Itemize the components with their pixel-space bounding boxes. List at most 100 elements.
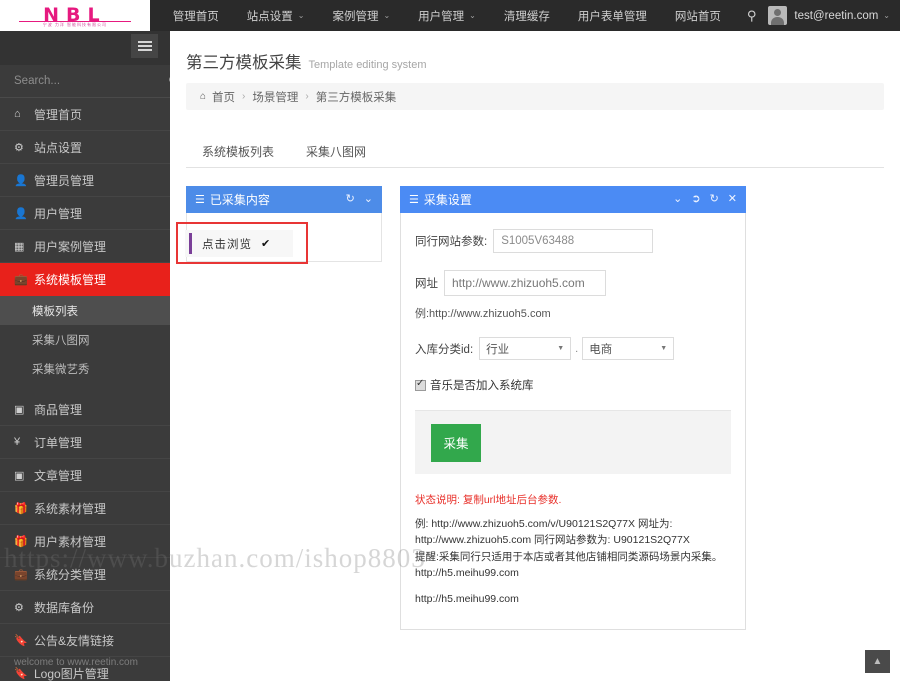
topnav-item-0[interactable]: 管理首页: [159, 0, 233, 31]
chevron-down-icon: ⌄: [298, 11, 305, 20]
collected-panel-actions: ↻ ⌄: [346, 194, 373, 205]
chevron-down-icon[interactable]: ⌄: [673, 194, 682, 205]
user-menu[interactable]: test@reetin.com ⌄: [768, 0, 900, 31]
logo-subtext: 宁波 力洋 智能科技有限公司: [43, 22, 107, 28]
sidebar-toggle-area: [0, 31, 170, 65]
page-header: 第三方模板采集 Template editing system: [170, 31, 900, 83]
breadcrumb: ⌂ 首页 › 场景管理 › 第三方模板采集: [186, 83, 884, 110]
collected-content-panel: ☰ 已采集内容 ↻ ⌄ 点击浏览 ✔: [186, 186, 382, 630]
gift-icon: 🎁: [14, 535, 34, 548]
category-row: 入库分类id: 行业 ▼ . 电商 ▼: [415, 337, 731, 360]
check-icon: ✔: [261, 237, 270, 250]
chevron-down-icon[interactable]: ⌄: [364, 194, 373, 205]
bookmark-icon: 🔖: [14, 667, 34, 680]
sidebar-item-2[interactable]: 👤管理员管理: [0, 164, 170, 197]
category-label: 入库分类id:: [415, 341, 473, 357]
sidebar-label-6: 商品管理: [34, 401, 82, 418]
topnav-item-6[interactable]: 网站首页: [661, 0, 735, 31]
search-icon[interactable]: ⚲: [735, 0, 769, 31]
chevron-down-icon: ⌄: [883, 11, 890, 20]
sidebar-subitem-2[interactable]: 采集微艺秀: [0, 354, 170, 383]
collected-panel-body: 点击浏览 ✔: [186, 213, 382, 262]
collect-button[interactable]: 采集: [431, 424, 481, 462]
music-checkbox-row[interactable]: 音乐是否加入系统库: [415, 377, 731, 393]
gift-icon: 🎁: [14, 502, 34, 515]
sidebar-item-4[interactable]: ▦用户案例管理: [0, 230, 170, 263]
sidebar-sublabel-0: 模板列表: [32, 303, 78, 319]
music-checkbox[interactable]: [415, 380, 426, 391]
yen-icon: ¥: [14, 436, 34, 448]
site-logo[interactable]: NBL 宁波 力洋 智能科技有限公司: [0, 0, 150, 31]
chevron-down-icon: ⌄: [469, 11, 476, 20]
chevron-down-icon: ▼: [557, 345, 564, 352]
topnav-item-5[interactable]: 用户表单管理: [564, 0, 661, 31]
sidebar-item-1[interactable]: ⚙站点设置: [0, 131, 170, 164]
sidebar-label-4: 用户案例管理: [34, 238, 106, 255]
highlight-box: 点击浏览 ✔: [176, 222, 308, 264]
breadcrumb-item-0[interactable]: 首页: [212, 89, 235, 105]
settings-panel-header: ☰ 采集设置 ⌄ ➲ ↻ ✕: [400, 186, 746, 213]
url-input[interactable]: [444, 270, 606, 296]
main-content: 第三方模板采集 Template editing system ⌂ 首页 › 场…: [170, 31, 900, 681]
sidebar-label-8: 文章管理: [34, 467, 82, 484]
search-input[interactable]: [14, 75, 168, 87]
topnav-item-1[interactable]: 站点设置⌄: [233, 0, 319, 31]
topnav-item-4[interactable]: 清理缓存: [490, 0, 564, 31]
settings-panel-actions: ⌄ ➲ ↻ ✕: [673, 194, 737, 205]
sidebar-item-7[interactable]: ¥订单管理: [0, 426, 170, 459]
sidebar-item-11[interactable]: 💼系统分类管理: [0, 558, 170, 591]
wrench-icon[interactable]: ➲: [691, 194, 700, 205]
sidebar-label-0: 管理首页: [34, 106, 82, 123]
hamburger-icon: [138, 39, 152, 54]
settings-panel-title: 采集设置: [424, 191, 472, 208]
sidebar-item-6[interactable]: ▣商品管理: [0, 393, 170, 426]
sidebar-item-9[interactable]: 🎁系统素材管理: [0, 492, 170, 525]
collected-item-label: 点击浏览: [202, 236, 252, 252]
tab-system-template-list[interactable]: 系统模板列表: [186, 136, 290, 167]
chevron-up-icon: ▲: [873, 657, 883, 667]
box-icon: ▣: [14, 403, 34, 416]
sidebar-subitem-1[interactable]: 采集八图网: [0, 325, 170, 354]
user-icon: 👤: [14, 207, 34, 220]
table-icon: ▦: [14, 240, 34, 253]
category-select-2-value: 电商: [589, 341, 612, 357]
topnav-item-2[interactable]: 案例管理⌄: [318, 0, 404, 31]
sidebar-subitem-0[interactable]: 模板列表: [0, 296, 170, 325]
sidebar-item-10[interactable]: 🎁用户素材管理: [0, 525, 170, 558]
page-title: 第三方模板采集: [186, 49, 302, 73]
category-select-1[interactable]: 行业 ▼: [479, 337, 571, 360]
sidebar-item-0[interactable]: ⌂管理首页: [0, 98, 170, 131]
sidebar-label-12: 数据库备份: [34, 599, 94, 616]
sidebar-label-10: 用户素材管理: [34, 533, 106, 550]
breadcrumb-separator: ›: [242, 91, 245, 102]
sidebar-item-5[interactable]: 💼系统模板管理: [0, 263, 170, 296]
scroll-to-top-button[interactable]: ▲: [865, 650, 890, 673]
refresh-icon[interactable]: ↻: [710, 194, 719, 205]
tab-collect-batu[interactable]: 采集八图网: [290, 136, 382, 167]
item-color-bar: [189, 233, 192, 254]
sidebar-item-8[interactable]: ▣文章管理: [0, 459, 170, 492]
sidebar-label-11: 系统分类管理: [34, 566, 106, 583]
separator-dot: .: [575, 343, 578, 355]
status-title: 状态说明: 复制url地址后台参数.: [415, 492, 731, 507]
sidebar-label-5: 系统模板管理: [34, 271, 106, 288]
param-input[interactable]: [493, 229, 653, 253]
breadcrumb-item-2: 第三方模板采集: [316, 89, 397, 105]
category-select-1-value: 行业: [486, 341, 509, 357]
home-icon: ⌂: [14, 108, 34, 120]
category-select-2[interactable]: 电商 ▼: [582, 337, 674, 360]
collected-item[interactable]: 点击浏览 ✔: [185, 230, 293, 257]
settings-panel-body: 同行网站参数: 网址 例:http://www.zhizuoh5.com 入库分…: [400, 213, 746, 630]
topnav-item-3[interactable]: 用户管理⌄: [404, 0, 490, 31]
sidebar-label-13: 公告&友情链接: [34, 632, 114, 649]
sidebar-label-7: 订单管理: [34, 434, 82, 451]
tab-label-1: 采集八图网: [306, 143, 366, 160]
menu-bars-icon: ☰: [409, 193, 419, 206]
sidebar-item-3[interactable]: 👤用户管理: [0, 197, 170, 230]
sidebar-item-12[interactable]: ⚙数据库备份: [0, 591, 170, 624]
refresh-icon[interactable]: ↻: [346, 194, 355, 205]
breadcrumb-item-1[interactable]: 场景管理: [252, 89, 298, 105]
close-icon[interactable]: ✕: [728, 194, 737, 205]
sidebar-item-13[interactable]: 🔖公告&友情链接: [0, 624, 170, 657]
sidebar-collapse-button[interactable]: [131, 34, 158, 58]
